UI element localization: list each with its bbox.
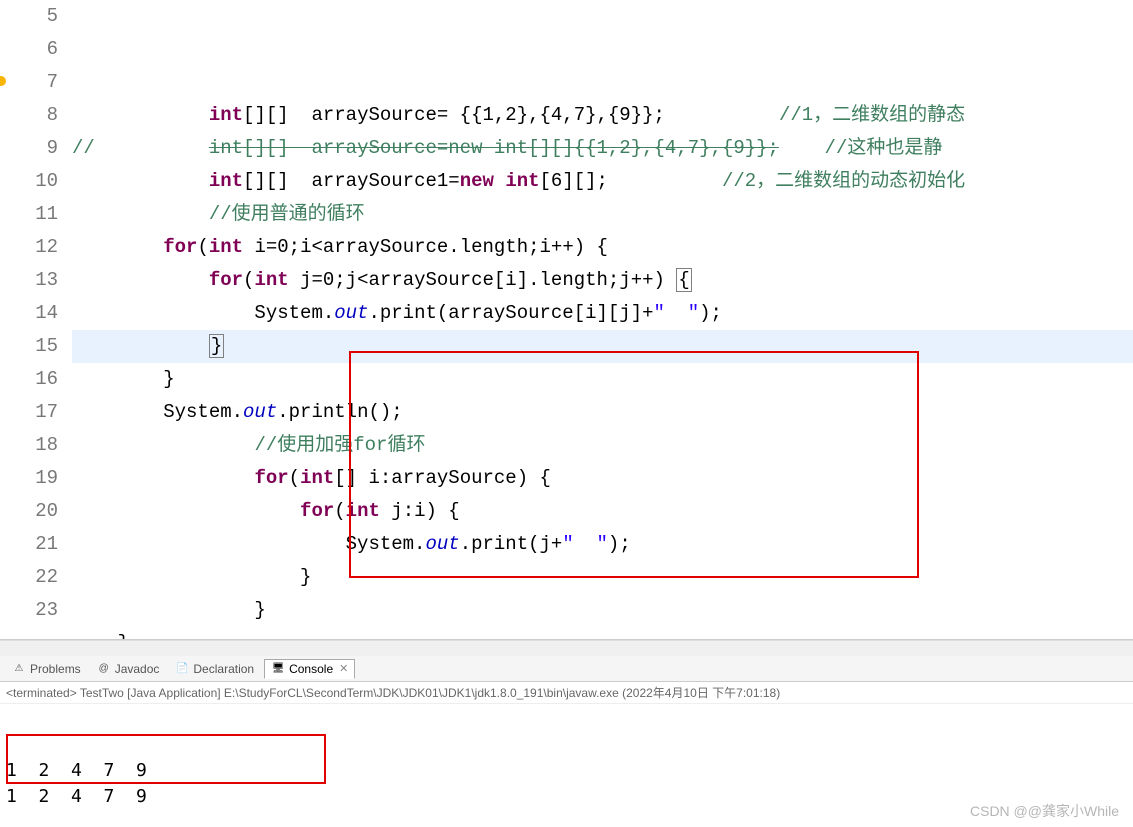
marker-empty: [0, 297, 12, 330]
line-number: 5: [12, 0, 58, 33]
line-number: 10: [12, 165, 58, 198]
tab-label: Declaration: [193, 662, 254, 676]
code-area[interactable]: int[][] arraySource= {{1,2},{4,7},{9}}; …: [72, 0, 1133, 639]
line-number: 13: [12, 264, 58, 297]
code-line[interactable]: }: [72, 330, 1133, 363]
line-number: 19: [12, 462, 58, 495]
marker-empty: [0, 264, 12, 297]
tab-problems[interactable]: ⚠ Problems: [6, 660, 87, 678]
marker-empty: [0, 99, 12, 132]
code-line[interactable]: System.out.print(arraySource[i][j]+" ");: [72, 297, 1133, 330]
marker-empty: [0, 33, 12, 66]
marker-empty: [0, 165, 12, 198]
marker-empty: [0, 495, 12, 528]
console-icon: 🖥: [271, 662, 285, 676]
marker-empty: [0, 462, 12, 495]
line-number: 20: [12, 495, 58, 528]
line-number: 18: [12, 429, 58, 462]
close-icon[interactable]: ✕: [339, 662, 348, 675]
console-line: 1 2 4 7 9: [6, 784, 1127, 810]
code-line[interactable]: System.out.print(j+" ");: [72, 528, 1133, 561]
code-line[interactable]: }: [72, 561, 1133, 594]
declaration-icon: 📄: [175, 662, 189, 676]
bottom-tab-bar[interactable]: ⚠ Problems @ Javadoc 📄 Declaration 🖥 Console ✕: [0, 656, 1133, 682]
marker-empty: [0, 561, 12, 594]
marker-empty: [0, 132, 12, 165]
watermark: CSDN @@龚家小While: [970, 801, 1119, 821]
tab-javadoc[interactable]: @ Javadoc: [91, 660, 166, 678]
code-line[interactable]: int[][] arraySource1=new int[6][]; //2，二…: [72, 165, 1133, 198]
line-number: 8: [12, 99, 58, 132]
line-number: 23: [12, 594, 58, 627]
marker-empty: [0, 0, 12, 33]
code-line[interactable]: }: [72, 594, 1133, 627]
marker-empty: [0, 396, 12, 429]
line-number: 21: [12, 528, 58, 561]
code-line[interactable]: for(int j=0;j<arraySource[i].length;j++)…: [72, 264, 1133, 297]
marker-empty: [0, 429, 12, 462]
line-number: 22: [12, 561, 58, 594]
marker-empty: [0, 594, 12, 627]
marker-empty: [0, 330, 12, 363]
code-line[interactable]: for(int[] i:arraySource) {: [72, 462, 1133, 495]
console-line: 1 2 4 7 9: [6, 758, 1127, 784]
code-line[interactable]: for(int j:i) {: [72, 495, 1133, 528]
code-line[interactable]: }: [72, 627, 1133, 639]
tab-label: Javadoc: [115, 662, 160, 676]
console-header: <terminated> TestTwo [Java Application] …: [0, 682, 1133, 704]
tab-console[interactable]: 🖥 Console ✕: [264, 659, 355, 679]
code-line[interactable]: }: [72, 363, 1133, 396]
marker-empty: [0, 231, 12, 264]
marker-column: [0, 0, 12, 639]
code-editor[interactable]: 567891011121314151617181920212223 int[][…: [0, 0, 1133, 640]
code-line[interactable]: //使用加强for循环: [72, 429, 1133, 462]
problems-icon: ⚠: [12, 662, 26, 676]
line-number: 17: [12, 396, 58, 429]
line-number: 12: [12, 231, 58, 264]
marker-empty: [0, 198, 12, 231]
line-number: 6: [12, 33, 58, 66]
javadoc-icon: @: [97, 662, 111, 676]
code-line[interactable]: // int[][] arraySource=new int[][]{{1,2}…: [72, 132, 1133, 165]
line-number: 15: [12, 330, 58, 363]
line-number: 11: [12, 198, 58, 231]
marker-empty: [0, 528, 12, 561]
code-line[interactable]: int[][] arraySource= {{1,2},{4,7},{9}}; …: [72, 99, 1133, 132]
tab-declaration[interactable]: 📄 Declaration: [169, 660, 260, 678]
code-line[interactable]: System.out.println();: [72, 396, 1133, 429]
tab-label: Problems: [30, 662, 81, 676]
console-output[interactable]: 1 2 4 7 9 1 2 4 7 9: [0, 704, 1133, 812]
line-number: 9: [12, 132, 58, 165]
marker-empty: [0, 363, 12, 396]
horizontal-scrollbar[interactable]: [0, 640, 1133, 656]
line-number: 7: [12, 66, 58, 99]
code-line[interactable]: //使用普通的循环: [72, 198, 1133, 231]
line-number: 16: [12, 363, 58, 396]
line-number: 14: [12, 297, 58, 330]
code-line[interactable]: for(int i=0;i<arraySource.length;i++) {: [72, 231, 1133, 264]
warning-icon: [0, 66, 12, 99]
line-number-gutter: 567891011121314151617181920212223: [12, 0, 72, 639]
tab-label: Console: [289, 662, 333, 676]
